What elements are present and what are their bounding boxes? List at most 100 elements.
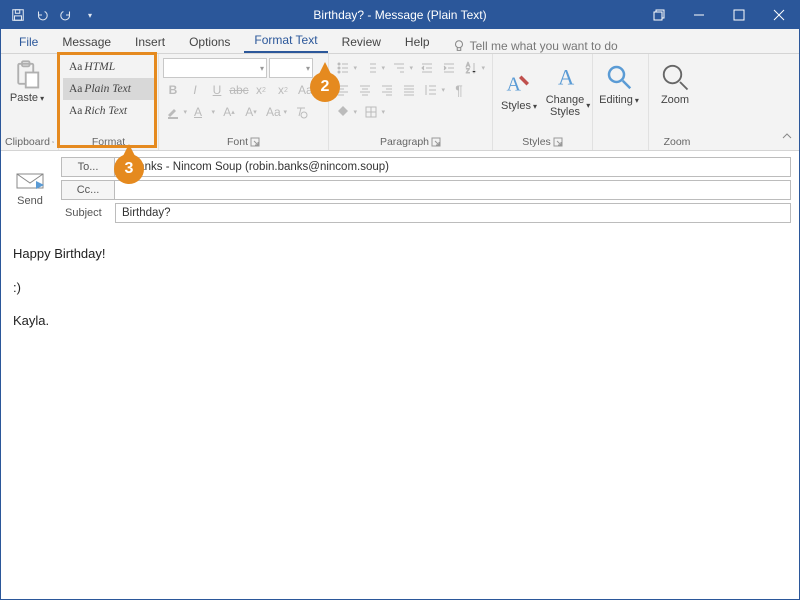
font-name-combo[interactable]: ▾ — [163, 58, 267, 78]
paste-label: Paste — [10, 92, 38, 104]
zoom-button[interactable]: Zoom — [653, 58, 697, 106]
body-line: :) — [13, 278, 787, 298]
format-group-label: Format — [92, 136, 125, 148]
highlight-color-button[interactable] — [163, 102, 189, 122]
lightbulb-icon — [452, 39, 466, 53]
send-label: Send — [17, 195, 43, 207]
format-html[interactable]: AaHTML — [63, 56, 154, 78]
cc-button[interactable]: Cc... — [61, 180, 115, 200]
italic-button[interactable]: I — [185, 80, 205, 100]
justify-button[interactable] — [399, 80, 419, 100]
send-icon — [16, 173, 44, 193]
send-button[interactable]: Send — [7, 157, 53, 223]
tab-review[interactable]: Review — [332, 31, 391, 53]
styles-button[interactable]: A Styles▾ — [497, 58, 541, 118]
numbering-button[interactable] — [361, 58, 387, 78]
bold-button[interactable]: B — [163, 80, 183, 100]
ribbon: Paste▾ Clipboard AaHTML AaPlain Text AaR… — [1, 54, 799, 151]
group-zoom: Zoom Zoom — [649, 54, 705, 150]
dialog-launcher-icon[interactable] — [553, 137, 563, 147]
chevron-down-icon: ▾ — [40, 94, 44, 103]
close-icon[interactable] — [759, 1, 799, 29]
paragraph-group-label: Paragraph — [380, 136, 429, 148]
quick-access-toolbar: ▾ — [1, 4, 101, 26]
tab-help[interactable]: Help — [395, 31, 440, 53]
paste-button[interactable]: Paste▾ — [5, 56, 49, 104]
show-marks-button[interactable]: ¶ — [449, 80, 469, 100]
strikethrough-button[interactable]: abc — [229, 80, 249, 100]
clipboard-group-label: Clipboard — [5, 136, 50, 148]
group-editing: Editing▾ — [593, 54, 649, 150]
grow-font-button[interactable]: A▴ — [219, 102, 239, 122]
minimize-icon[interactable] — [679, 1, 719, 29]
change-styles-label: Change Styles — [546, 94, 585, 118]
subject-field[interactable]: Birthday? — [115, 203, 791, 223]
find-icon — [604, 62, 634, 92]
group-clipboard: Paste▾ Clipboard — [1, 54, 59, 150]
font-color-button[interactable]: A — [191, 102, 217, 122]
dialog-launcher-icon[interactable] — [431, 137, 441, 147]
svg-text:A: A — [506, 74, 521, 96]
sort-button[interactable]: AZ — [461, 58, 487, 78]
tab-options[interactable]: Options — [179, 31, 240, 53]
borders-button[interactable] — [361, 102, 387, 122]
clear-formatting-button[interactable] — [291, 102, 311, 122]
redo-icon[interactable] — [55, 4, 77, 26]
message-body[interactable]: Happy Birthday! :) Kayla. — [1, 230, 799, 359]
qat-dropdown-icon[interactable]: ▾ — [79, 4, 101, 26]
styles-group-label: Styles — [522, 136, 551, 148]
ribbon-tabs: File Message Insert Options Format Text … — [1, 29, 799, 54]
body-line: Happy Birthday! — [13, 244, 787, 264]
restore-up-icon[interactable] — [639, 1, 679, 29]
bullets-button[interactable] — [333, 58, 359, 78]
styles-icon: A — [504, 68, 534, 98]
subscript-button[interactable]: x2 — [251, 80, 271, 100]
editing-label: Editing — [599, 94, 633, 106]
text-effects-button[interactable]: Aa — [263, 102, 289, 122]
editing-button[interactable]: Editing▾ — [597, 58, 641, 106]
group-font: ▾ ▾ B I U abc x2 x2 Aa A A▴ A▾ Aa Font — [159, 54, 329, 150]
zoom-group-label: Zoom — [664, 136, 691, 148]
collapse-ribbon-icon[interactable] — [781, 131, 793, 146]
tell-me-text: Tell me what you want to do — [470, 39, 618, 53]
zoom-icon — [660, 62, 690, 92]
to-field[interactable]: n Banks - Nincom Soup (robin.banks@ninco… — [115, 157, 791, 177]
tab-insert[interactable]: Insert — [125, 31, 175, 53]
cc-field[interactable] — [115, 180, 791, 200]
align-center-button[interactable] — [355, 80, 375, 100]
format-rich-text[interactable]: AaRich Text — [63, 100, 154, 122]
line-spacing-button[interactable] — [421, 80, 447, 100]
tutorial-callout-2: 2 — [310, 72, 340, 102]
maximize-icon[interactable] — [719, 1, 759, 29]
increase-indent-button[interactable] — [439, 58, 459, 78]
font-size-combo[interactable]: ▾ — [269, 58, 313, 78]
tell-me-search[interactable]: Tell me what you want to do — [452, 39, 618, 53]
svg-text:Z: Z — [466, 69, 470, 75]
underline-button[interactable]: U — [207, 80, 227, 100]
to-button[interactable]: To... — [61, 157, 115, 177]
svg-text:A: A — [558, 65, 575, 90]
format-plain-text[interactable]: AaPlain Text — [63, 78, 154, 100]
align-right-button[interactable] — [377, 80, 397, 100]
shrink-font-button[interactable]: A▾ — [241, 102, 261, 122]
superscript-button[interactable]: x2 — [273, 80, 293, 100]
dialog-launcher-icon[interactable] — [250, 137, 260, 147]
dialog-launcher-icon[interactable] — [52, 137, 54, 147]
save-icon[interactable] — [7, 4, 29, 26]
tab-file[interactable]: File — [9, 31, 48, 53]
tab-message[interactable]: Message — [52, 31, 121, 53]
group-paragraph: AZ ¶ Paragraph — [329, 54, 493, 150]
group-format: AaHTML AaPlain Text AaRich Text Format — [59, 54, 159, 150]
window-controls — [639, 1, 799, 29]
tab-format-text[interactable]: Format Text — [244, 29, 327, 53]
subject-label: Subject — [61, 203, 115, 223]
font-group-label: Font — [227, 136, 248, 148]
styles-label: Styles — [501, 100, 531, 112]
multilevel-button[interactable] — [389, 58, 415, 78]
decrease-indent-button[interactable] — [417, 58, 437, 78]
undo-icon[interactable] — [31, 4, 53, 26]
change-styles-button[interactable]: A Change Styles▾ — [543, 58, 593, 118]
tutorial-callout-3: 3 — [114, 154, 144, 184]
change-styles-icon: A — [553, 62, 583, 92]
shading-button[interactable] — [333, 102, 359, 122]
